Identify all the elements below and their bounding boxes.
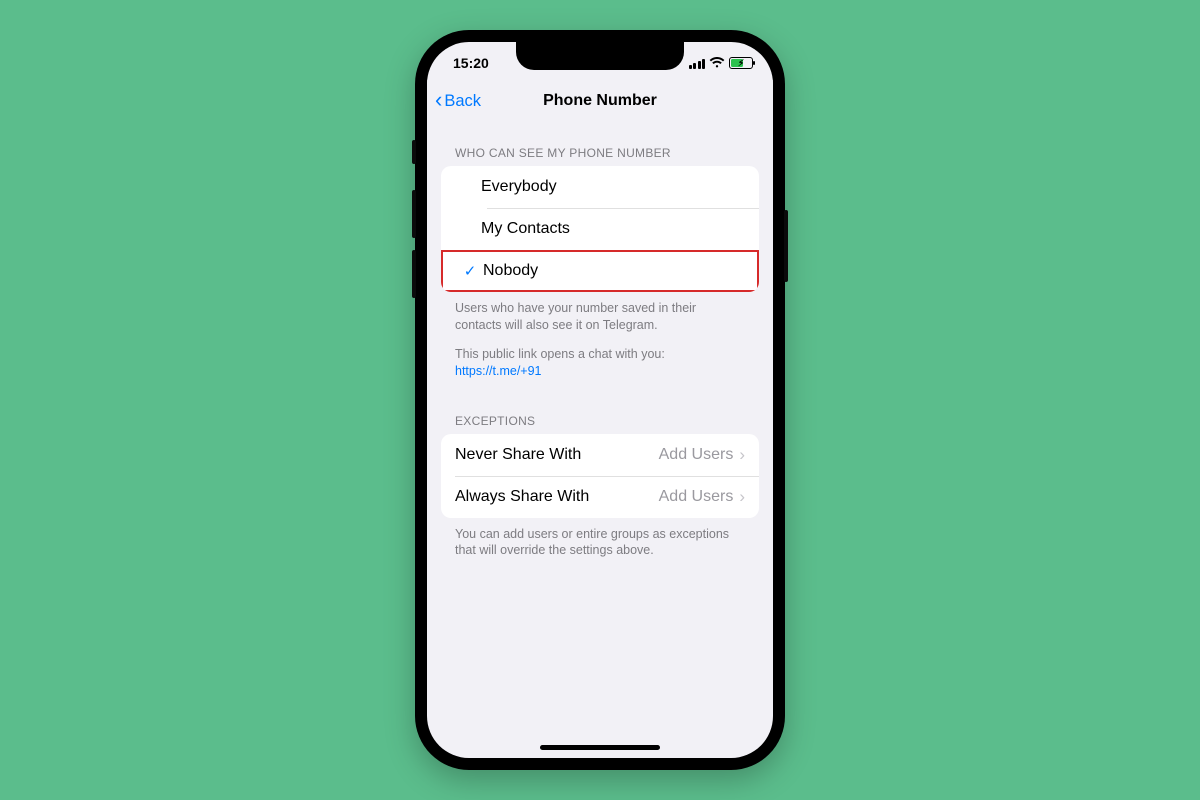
link-prefix: This public link opens a chat with you: [455,347,665,361]
wifi-icon [709,57,725,69]
phone-screen: 15:20 ⚡︎ [427,42,773,758]
checkmark-icon: ✓ [457,262,483,280]
visibility-section-header: WHO CAN SEE MY PHONE NUMBER [427,140,773,166]
phone-frame: 15:20 ⚡︎ [415,30,785,770]
volume-down-button [412,250,416,298]
nav-bar: ‹ Back Phone Number [427,80,773,123]
visibility-footer-1: Users who have your number saved in thei… [427,292,773,334]
volume-up-button [412,190,416,238]
power-button [784,210,788,282]
public-link[interactable]: https://t.me/+91 [455,364,542,378]
exception-label: Never Share With [455,446,659,464]
exceptions-section-header: EXCEPTIONS [427,408,773,434]
battery-icon: ⚡︎ [729,57,753,69]
option-label: Nobody [483,262,743,280]
option-everybody[interactable]: Everybody [441,166,759,208]
visibility-footer-2: This public link opens a chat with you: … [427,334,773,380]
notch [516,42,684,70]
back-label: Back [444,92,481,111]
status-time: 15:20 [447,51,489,71]
visibility-options-list: Everybody My Contacts ✓ Nobody [441,166,759,292]
settings-content: WHO CAN SEE MY PHONE NUMBER Everybody My… [427,122,773,758]
option-nobody[interactable]: ✓ Nobody [441,250,759,292]
status-icons: ⚡︎ [689,53,754,69]
exception-value: Add Users [659,446,734,464]
stage: 15:20 ⚡︎ [0,0,1200,800]
exceptions-footer: You can add users or entire groups as ex… [427,518,773,560]
mute-switch [412,140,416,164]
exception-always-share[interactable]: Always Share With Add Users › [441,476,759,518]
back-button[interactable]: ‹ Back [435,80,481,122]
cellular-signal-icon [689,58,706,69]
home-indicator[interactable] [540,745,660,750]
exception-never-share[interactable]: Never Share With Add Users › [441,434,759,476]
option-label: My Contacts [481,220,745,238]
exception-label: Always Share With [455,488,659,506]
exception-value: Add Users [659,488,734,506]
option-my-contacts[interactable]: My Contacts [441,208,759,250]
exceptions-list: Never Share With Add Users › Always Shar… [441,434,759,518]
page-title: Phone Number [543,92,657,110]
option-label: Everybody [481,178,745,196]
